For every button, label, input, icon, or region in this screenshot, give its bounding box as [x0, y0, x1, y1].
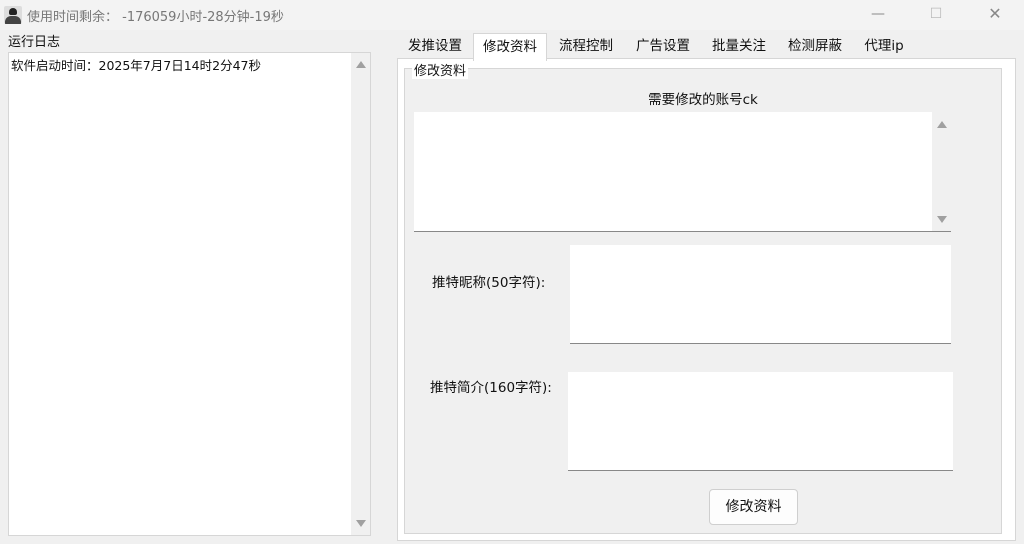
tab-detect-block[interactable]: 检测屏蔽 — [780, 35, 850, 58]
log-scrollbar[interactable] — [351, 53, 370, 535]
tab-proxy-ip[interactable]: 代理ip — [856, 35, 912, 58]
log-textarea[interactable]: 软件启动时间：2025年7月7日14时2分47秒 — [8, 52, 371, 536]
tab-ad-settings[interactable]: 广告设置 — [628, 35, 698, 58]
ck-label: 需要修改的账号ck — [648, 92, 758, 108]
close-button[interactable]: ✕ — [984, 4, 1006, 24]
log-text: 软件启动时间：2025年7月7日14时2分47秒 — [11, 58, 261, 73]
maximize-button[interactable]: ☐ — [925, 4, 947, 24]
edit-profile-button[interactable]: 修改资料 — [709, 489, 798, 525]
title-bar: 使用时间剩余： -176059小时-28分钟-19秒 — ☐ ✕ — [0, 0, 1024, 30]
minimize-button[interactable]: — — [867, 4, 889, 24]
bio-input[interactable] — [568, 372, 953, 471]
log-label: 运行日志 — [6, 31, 63, 50]
ck-textarea[interactable] — [414, 112, 951, 232]
scroll-down-icon[interactable] — [937, 216, 947, 223]
tab-edit-profile[interactable]: 修改资料 — [473, 33, 547, 61]
tab-flow-control[interactable]: 流程控制 — [551, 35, 621, 58]
ck-scrollbar[interactable] — [932, 112, 951, 231]
app-icon — [4, 6, 22, 24]
scroll-up-icon[interactable] — [937, 121, 947, 128]
tab-batch-follow[interactable]: 批量关注 — [704, 35, 774, 58]
bio-label: 推特简介(160字符): — [430, 380, 552, 396]
scroll-down-icon[interactable] — [356, 520, 366, 527]
tab-post-settings[interactable]: 发推设置 — [400, 35, 470, 58]
edit-profile-group-title: 修改资料 — [412, 60, 469, 79]
nickname-label: 推特昵称(50字符): — [432, 275, 546, 291]
scroll-up-icon[interactable] — [356, 61, 366, 68]
window-title: 使用时间剩余： -176059小时-28分钟-19秒 — [27, 10, 284, 25]
nickname-input[interactable] — [570, 245, 951, 344]
